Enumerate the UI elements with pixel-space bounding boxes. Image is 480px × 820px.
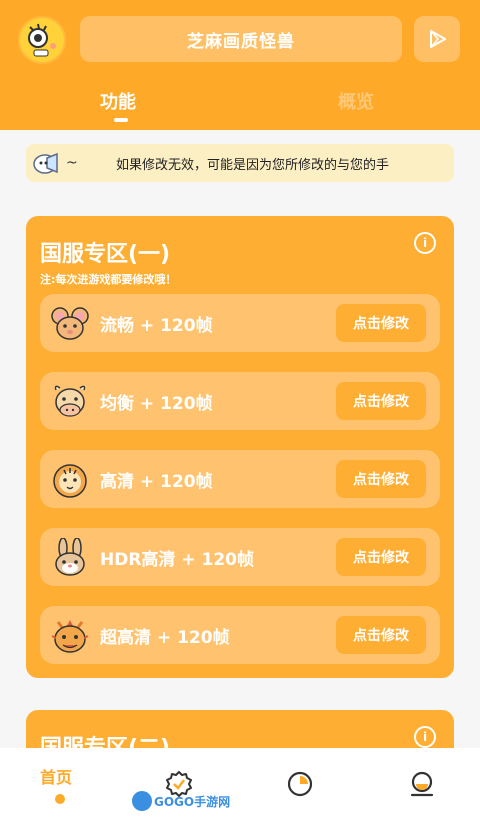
modify-button[interactable]: 点击修改 [336,538,426,576]
dragon-icon [51,620,89,653]
list-item: 均衡 + 120帧 点击修改 [40,372,440,430]
app-header: 芝麻画质怪兽 功能 概览 [0,0,480,130]
megaphone-icon [26,144,66,182]
modify-button[interactable]: 点击修改 [336,460,426,498]
app-title[interactable]: 芝麻画质怪兽 [80,16,402,62]
watermark-logo: GOGO手游网 [132,791,230,811]
tab-function[interactable]: 功能 [100,88,136,114]
item-label: HDR高清 + 120帧 [100,550,254,570]
notice-bar: ~ 如果修改无效，可能是因为您所修改的与您的手 [26,144,454,182]
play-icon [430,30,446,48]
notice-tilde: ~ [66,155,78,171]
item-label: 高清 + 120帧 [100,472,213,492]
panel-note: 注:每次进游戏都要修改哦！ [40,273,177,286]
avatar[interactable] [18,16,66,64]
cow-icon [54,385,86,417]
nav-active-dot [55,794,65,804]
server-zone-panel-1: 国服专区(一) 注:每次进游戏都要修改哦！ i 流畅 + 120帧 点击修改 均… [26,216,454,678]
item-label: 均衡 + 120帧 [100,394,213,414]
tab-overview[interactable]: 概览 [338,88,374,114]
info-icon[interactable]: i [414,726,436,748]
rabbit-icon [55,538,85,576]
info-icon[interactable]: i [414,232,436,254]
notice-text: 如果修改无效，可能是因为您所修改的与您的手 [116,157,390,173]
svg-text:GOGO手游网: GOGO手游网 [154,794,230,809]
play-button[interactable] [414,16,460,62]
item-label: 超高清 + 120帧 [100,628,230,648]
modify-button[interactable]: 点击修改 [336,304,426,342]
pie-chart-icon[interactable] [286,770,314,798]
list-item: 高清 + 120帧 点击修改 [40,450,440,508]
list-item: HDR高清 + 120帧 点击修改 [40,528,440,586]
smiley-mascot-icon [22,20,62,60]
tiger-icon [53,464,87,498]
nav-home[interactable]: 首页 [40,764,72,788]
bottom-nav: 首页 GOGO手游网 [0,748,480,820]
modify-button[interactable]: 点击修改 [336,382,426,420]
item-label: 流畅 + 120帧 [100,316,213,336]
profile-icon[interactable] [408,770,436,798]
list-item: 超高清 + 120帧 点击修改 [40,606,440,664]
modify-button[interactable]: 点击修改 [336,616,426,654]
mouse-icon [51,307,89,340]
panel-title: 国服专区(一) [40,242,171,267]
list-item: 流畅 + 120帧 点击修改 [40,294,440,352]
active-tab-indicator [114,118,128,122]
